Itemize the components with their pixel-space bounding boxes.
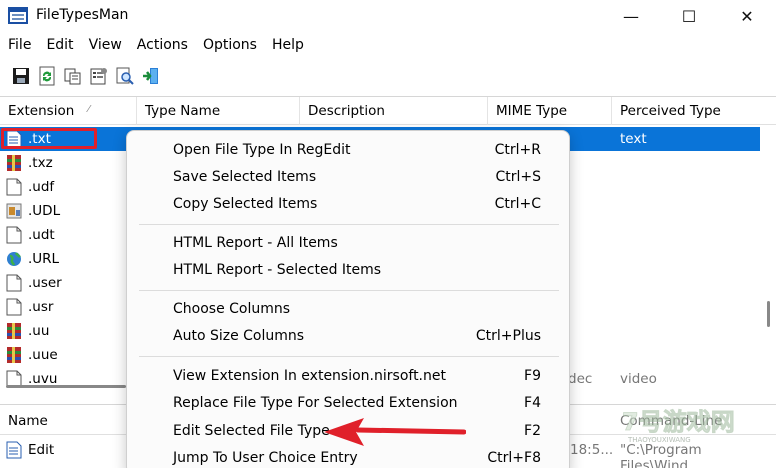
window-title: FileTypesMan bbox=[36, 7, 129, 23]
perceived-type-cell: video bbox=[620, 371, 657, 387]
save-icon[interactable] bbox=[10, 65, 32, 87]
menu-actions[interactable]: Actions bbox=[129, 34, 195, 58]
archive-icon bbox=[7, 323, 21, 339]
menu-separator bbox=[139, 224, 559, 225]
column-extension[interactable]: Extension ⁄ bbox=[0, 97, 137, 125]
archive-icon bbox=[7, 347, 21, 363]
extension-cell: .uue bbox=[28, 347, 58, 363]
exit-icon[interactable] bbox=[140, 65, 162, 87]
blank-file-icon bbox=[6, 298, 22, 316]
scroll-thumb[interactable] bbox=[6, 385, 126, 388]
column-name[interactable]: Name bbox=[0, 405, 130, 435]
extension-cell: .user bbox=[28, 275, 62, 291]
menu-edit[interactable]: Edit bbox=[38, 34, 80, 58]
menu-item-auto-size-columns[interactable]: Auto Size Columns Ctrl+Plus bbox=[127, 323, 569, 350]
menu-separator bbox=[139, 290, 559, 291]
pointer-arrow-icon bbox=[324, 418, 466, 446]
extension-cell: .URL bbox=[28, 251, 60, 267]
column-header: Extension ⁄ Type Name Description MIME Ty… bbox=[0, 97, 776, 125]
menu-options[interactable]: Options bbox=[195, 34, 264, 58]
menu-item-open-in-regedit[interactable]: Open File Type In RegEdit Ctrl+R bbox=[127, 137, 569, 164]
toolbar bbox=[0, 62, 776, 90]
maximize-button[interactable]: ☐ bbox=[666, 0, 712, 32]
vertical-scrollbar[interactable] bbox=[762, 125, 776, 389]
menu-help[interactable]: Help bbox=[264, 34, 311, 58]
column-mime-type[interactable]: MIME Type bbox=[488, 97, 612, 125]
menu-item-view-extension-online[interactable]: View Extension In extension.nirsoft.net F… bbox=[127, 363, 569, 390]
globe-icon bbox=[7, 252, 21, 266]
modified-time-cell: 18:5... bbox=[570, 442, 614, 458]
extension-cell: .udt bbox=[28, 227, 55, 243]
minimize-button[interactable]: — bbox=[608, 0, 654, 32]
menu-item-jump-to-user-choice[interactable]: Jump To User Choice Entry Ctrl+F8 bbox=[127, 445, 569, 468]
svg-text:7号游戏网: 7号游戏网 bbox=[622, 408, 735, 436]
menu-item-html-report-selected[interactable]: HTML Report - Selected Items bbox=[127, 257, 569, 284]
column-description[interactable]: Description bbox=[300, 97, 488, 125]
column-type-name[interactable]: Type Name bbox=[137, 97, 300, 125]
extension-cell: .txz bbox=[28, 155, 53, 171]
archive-icon bbox=[7, 155, 21, 171]
extension-cell: .UDL bbox=[28, 203, 61, 219]
action-name-cell: Edit bbox=[28, 442, 55, 458]
menu-item-save-selected[interactable]: Save Selected Items Ctrl+S bbox=[127, 164, 569, 191]
app-icon bbox=[8, 7, 28, 24]
extension-cell: .uu bbox=[28, 323, 50, 339]
copy-icon[interactable] bbox=[62, 65, 84, 87]
menu-separator bbox=[139, 356, 559, 357]
close-button[interactable]: ✕ bbox=[724, 0, 770, 32]
menu-view[interactable]: View bbox=[81, 34, 129, 58]
data-link-icon bbox=[6, 203, 22, 219]
menu-file[interactable]: File bbox=[0, 34, 38, 58]
properties-icon[interactable] bbox=[88, 65, 110, 87]
menu-item-replace-file-type[interactable]: Replace File Type For Selected Extension… bbox=[127, 390, 569, 417]
find-icon[interactable] bbox=[114, 65, 136, 87]
menu-item-html-report-all[interactable]: HTML Report - All Items bbox=[127, 230, 569, 257]
description-cell: dec bbox=[568, 371, 593, 387]
column-perceived-type[interactable]: Perceived Type bbox=[612, 97, 762, 125]
blank-file-icon bbox=[6, 178, 22, 196]
horizontal-scrollbar[interactable] bbox=[0, 379, 130, 390]
menu-item-copy-selected[interactable]: Copy Selected Items Ctrl+C bbox=[127, 191, 569, 218]
blank-file-icon bbox=[6, 274, 22, 292]
watermark-logo: 7号游戏网 THAOYOUXIWANG bbox=[618, 396, 738, 456]
menu-bar: File Edit View Actions Options Help bbox=[0, 34, 311, 58]
svg-text:THAOYOUXIWANG: THAOYOUXIWANG bbox=[627, 436, 691, 444]
extension-cell: .udf bbox=[28, 179, 55, 195]
perceived-type-cell: text bbox=[620, 131, 647, 147]
extension-cell: .usr bbox=[28, 299, 54, 315]
text-file-icon bbox=[6, 441, 22, 459]
title-bar: FileTypesMan — ☐ ✕ bbox=[0, 0, 776, 32]
refresh-icon[interactable] bbox=[36, 65, 58, 87]
highlight-annotation bbox=[1, 128, 97, 149]
menu-item-choose-columns[interactable]: Choose Columns bbox=[127, 296, 569, 323]
sort-ascending-icon: ⁄ bbox=[88, 104, 90, 115]
scroll-thumb[interactable] bbox=[767, 301, 770, 327]
blank-file-icon bbox=[6, 226, 22, 244]
